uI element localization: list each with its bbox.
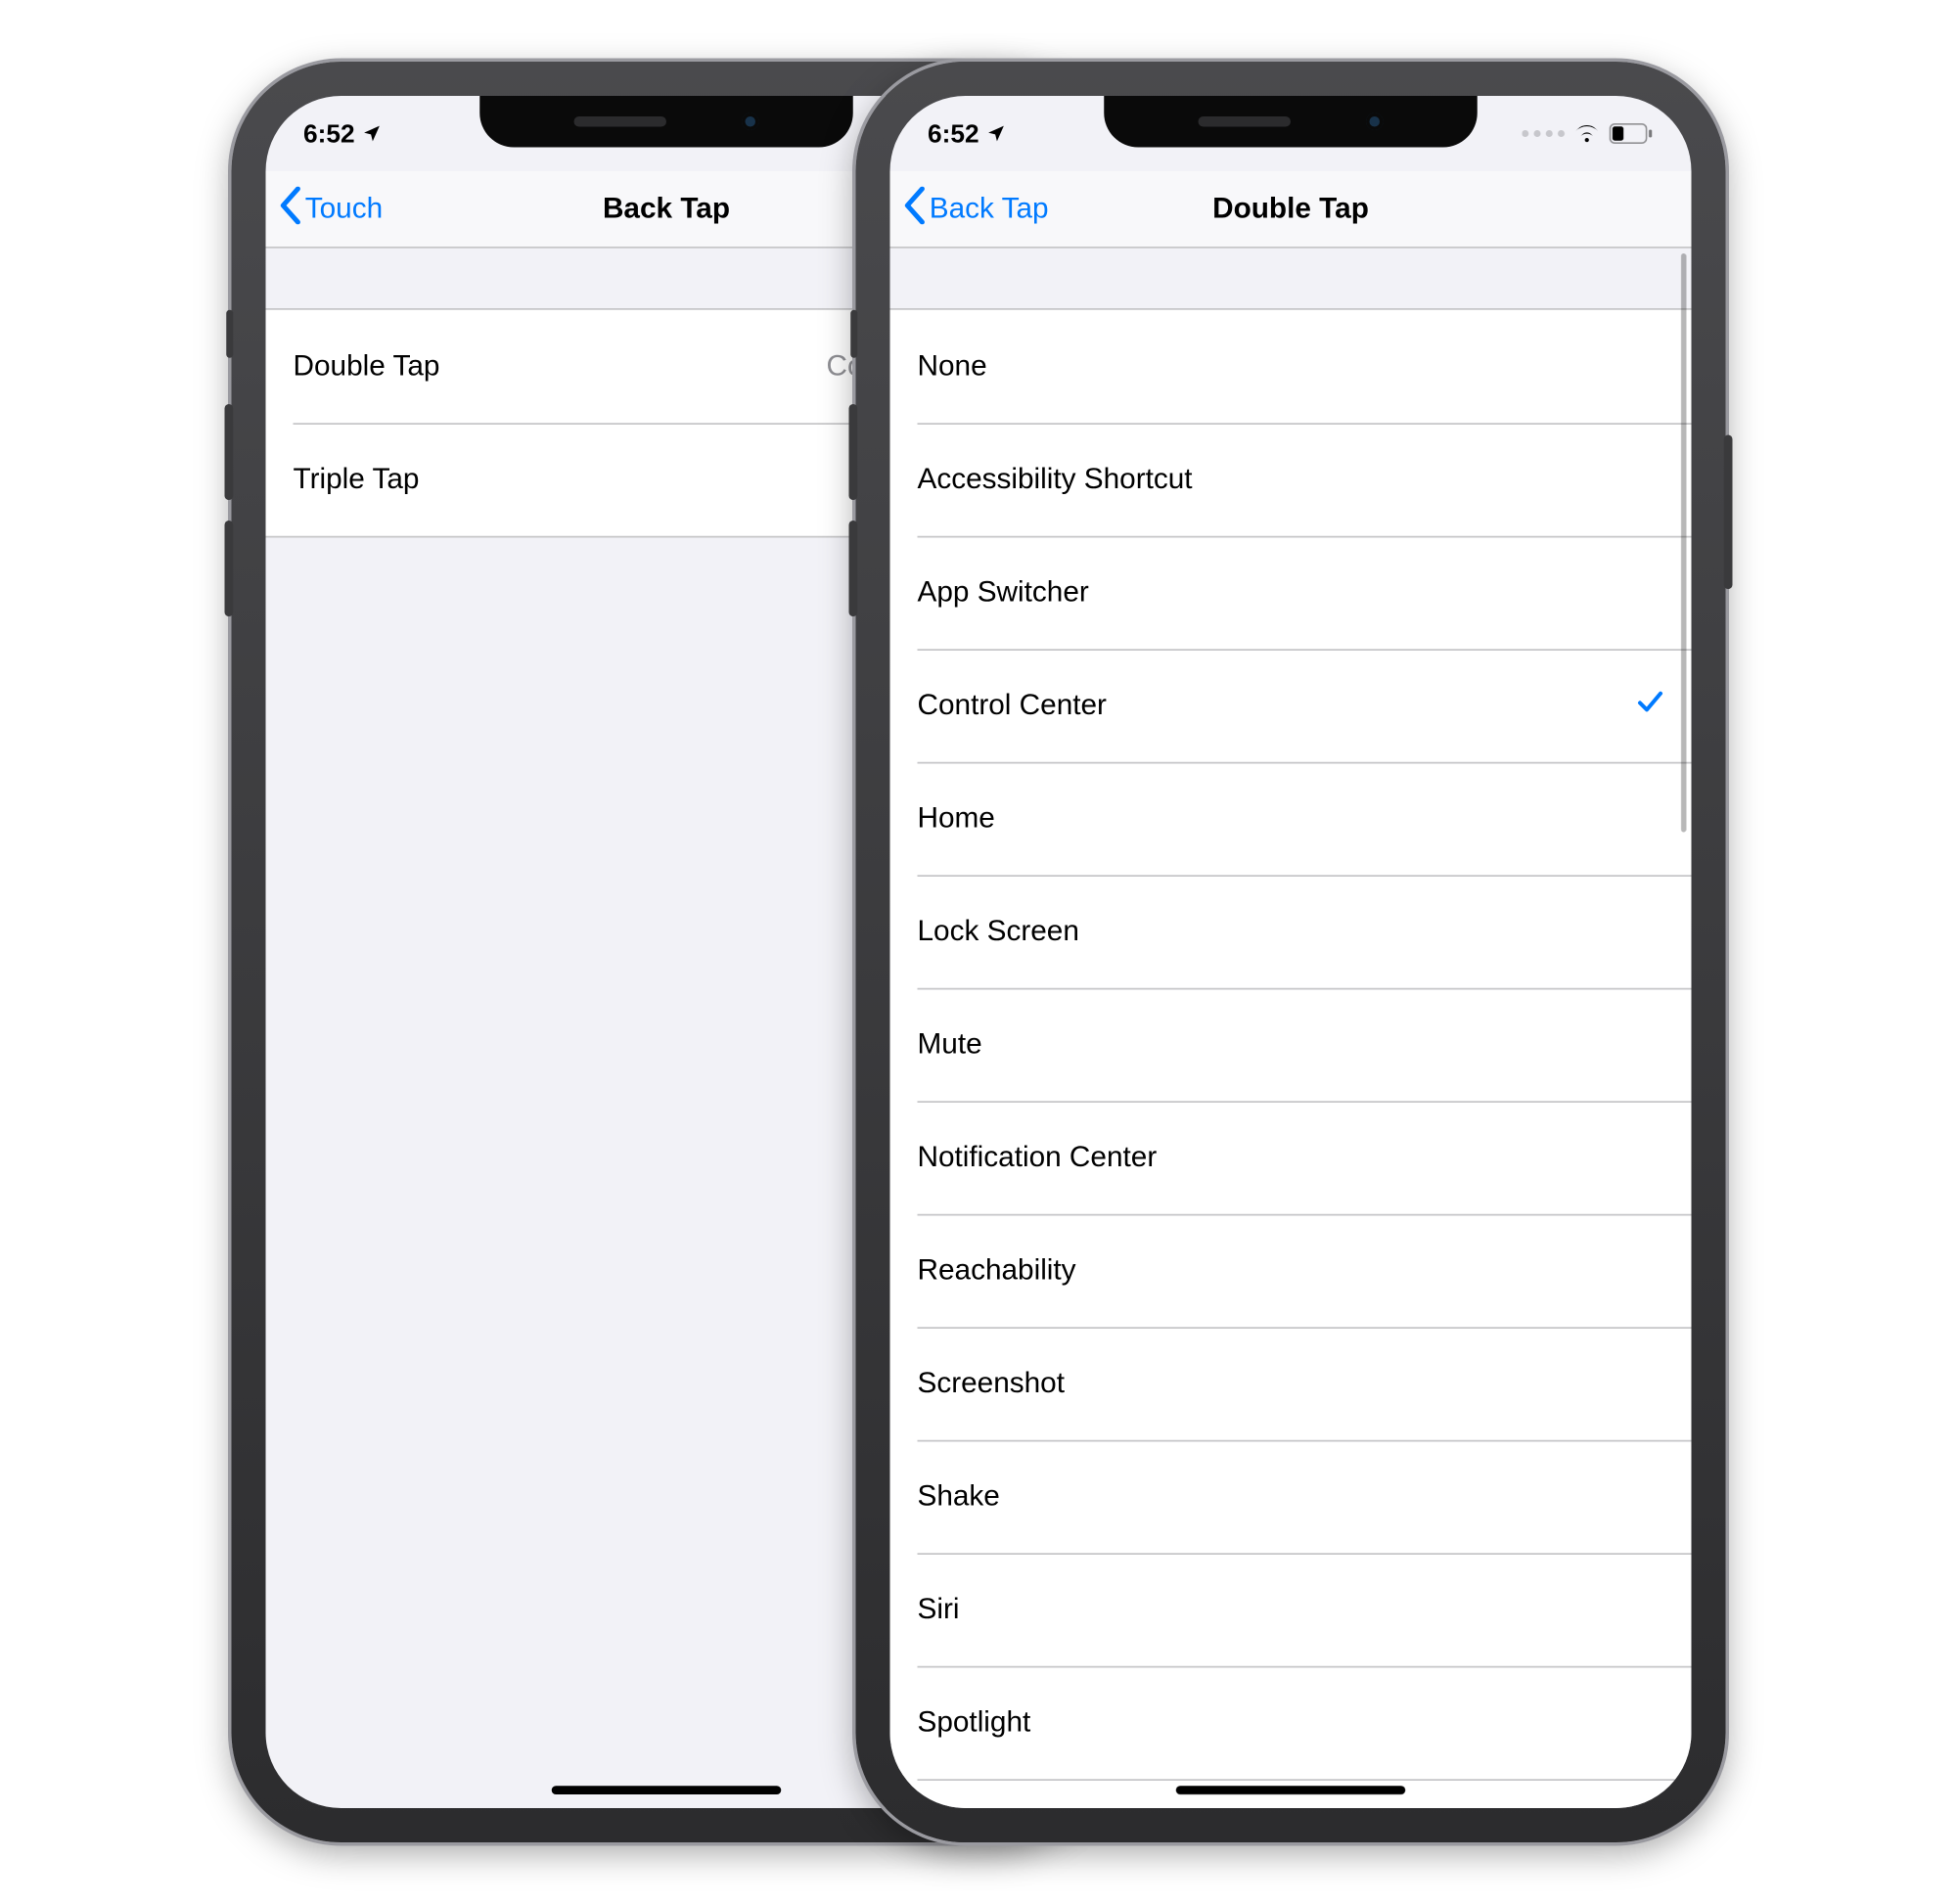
wifi-icon	[1573, 123, 1601, 144]
option-label: Shake	[918, 1479, 1664, 1514]
option-control-center[interactable]: Control Center	[890, 649, 1692, 762]
option-label: App Switcher	[918, 575, 1664, 610]
notch	[479, 96, 853, 148]
option-spotlight[interactable]: Spotlight	[890, 1666, 1692, 1780]
phone-screen: 6:52	[890, 96, 1692, 1808]
nav-bar: Back Tap Double Tap	[890, 171, 1692, 249]
option-screenshot[interactable]: Screenshot	[890, 1327, 1692, 1440]
back-button[interactable]: Back Tap	[890, 186, 1049, 232]
power-button	[1724, 435, 1733, 590]
back-label: Back Tap	[930, 192, 1049, 226]
front-camera	[742, 113, 759, 131]
option-label: Reachability	[918, 1253, 1664, 1288]
mute-switch	[850, 310, 857, 358]
page-dots-icon	[1522, 130, 1565, 137]
earpiece-speaker	[1199, 116, 1292, 127]
option-lock-screen[interactable]: Lock Screen	[890, 875, 1692, 988]
back-button[interactable]: Touch	[266, 186, 384, 232]
location-icon	[362, 123, 383, 144]
option-label: Home	[918, 801, 1664, 836]
options-table: None Accessibility Shortcut App Switcher…	[890, 308, 1692, 1808]
back-label: Touch	[305, 192, 383, 226]
option-label: Lock Screen	[918, 915, 1664, 949]
option-label: Spotlight	[918, 1705, 1664, 1740]
option-siri[interactable]: Siri	[890, 1553, 1692, 1666]
option-label: Notification Center	[918, 1141, 1664, 1175]
battery-icon	[1610, 123, 1655, 144]
volume-down-button	[225, 521, 234, 616]
location-icon	[986, 123, 1007, 144]
home-indicator[interactable]	[1176, 1786, 1406, 1794]
front-camera	[1366, 113, 1384, 131]
volume-up-button	[225, 404, 234, 500]
row-label: Double Tap	[294, 349, 827, 384]
option-label: Screenshot	[918, 1367, 1664, 1401]
chevron-left-icon	[280, 186, 302, 232]
notch	[1104, 96, 1478, 148]
option-label: None	[918, 349, 1664, 384]
option-reachability[interactable]: Reachability	[890, 1214, 1692, 1328]
chevron-left-icon	[904, 186, 927, 232]
option-label: Control Center	[918, 689, 1637, 723]
phone-right: 6:52	[856, 62, 1726, 1842]
option-mute[interactable]: Mute	[890, 988, 1692, 1102]
option-accessibility-shortcut[interactable]: Accessibility Shortcut	[890, 423, 1692, 536]
mute-switch	[226, 310, 233, 358]
scroll-indicator[interactable]	[1681, 253, 1686, 833]
option-shake[interactable]: Shake	[890, 1440, 1692, 1554]
option-none[interactable]: None	[890, 310, 1692, 424]
group-spacer	[890, 247, 1692, 308]
option-home[interactable]: Home	[890, 762, 1692, 876]
option-label: Siri	[918, 1593, 1664, 1627]
earpiece-speaker	[574, 116, 667, 127]
checkmark-icon	[1637, 688, 1664, 724]
option-label: Mute	[918, 1027, 1664, 1062]
option-app-switcher[interactable]: App Switcher	[890, 536, 1692, 650]
status-time: 6:52	[303, 119, 355, 149]
home-indicator[interactable]	[552, 1786, 782, 1794]
two-phone-stage: 6:52	[0, 0, 1957, 1904]
volume-down-button	[849, 521, 858, 616]
option-notification-center[interactable]: Notification Center	[890, 1101, 1692, 1214]
content-area[interactable]: None Accessibility Shortcut App Switcher…	[890, 247, 1692, 1808]
option-label: Accessibility Shortcut	[918, 463, 1664, 497]
volume-up-button	[849, 404, 858, 500]
status-time: 6:52	[928, 119, 979, 149]
